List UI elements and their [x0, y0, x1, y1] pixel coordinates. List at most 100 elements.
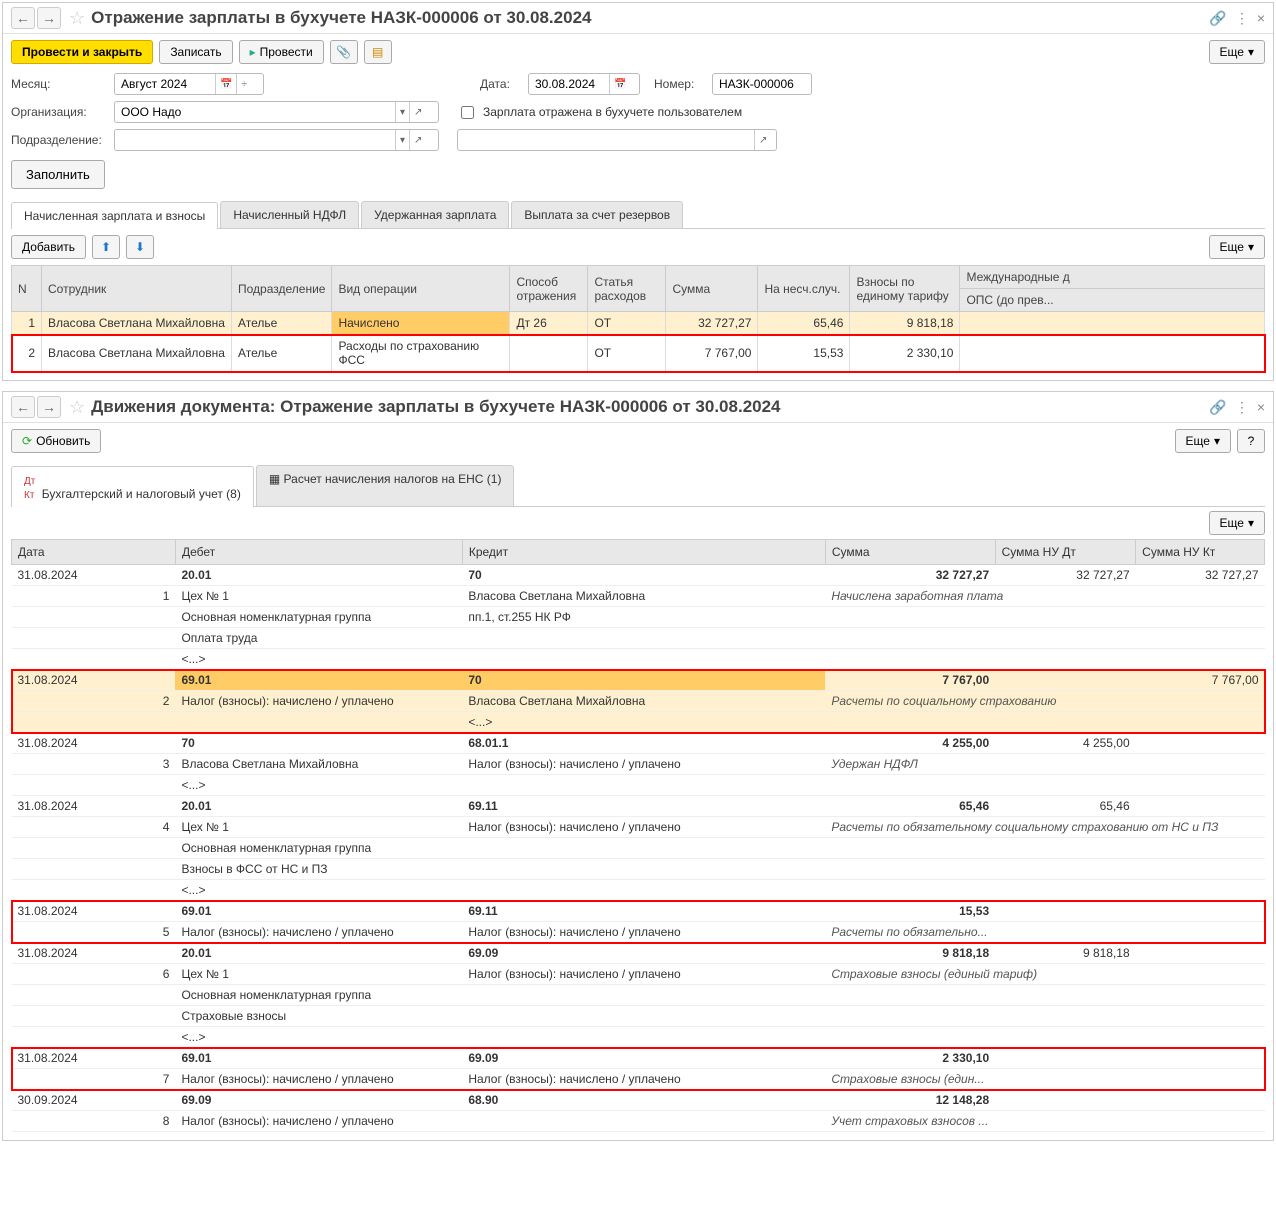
titlebar-2: ← → ☆ Движения документа: Отражение зарп… [3, 392, 1273, 423]
close-icon[interactable]: × [1257, 10, 1265, 27]
calendar-icon[interactable]: 📅 [215, 74, 236, 94]
month-field[interactable] [115, 75, 215, 93]
cell-debit-sub1: Власова Светлана Михайловна [175, 754, 462, 775]
kebab-icon[interactable]: ⋮ [1235, 399, 1249, 416]
col-debit[interactable]: Дебет [175, 540, 462, 565]
reflected-checkbox[interactable] [461, 106, 474, 119]
save-button[interactable]: Записать [159, 40, 232, 64]
org-input[interactable]: ▾ ↗ [114, 101, 439, 123]
ledger-entry[interactable]: 31.08.2024 20.01 69.11 65,46 65,46 4 Цех… [12, 796, 1265, 901]
col-accident[interactable]: На несч.случ. [758, 266, 850, 312]
col-department[interactable]: Подразделение [232, 266, 332, 312]
col-ops[interactable]: ОПС (до прев... [960, 289, 1265, 312]
ledger-entry[interactable]: 31.08.2024 69.01 69.11 15,53 5 Налог (вз… [12, 901, 1265, 943]
tab-withheld-salary[interactable]: Удержанная зарплата [361, 201, 509, 228]
calendar-icon[interactable]: 📅 [609, 74, 630, 94]
tab-accrued-salary[interactable]: Начисленная зарплата и взносы [11, 202, 218, 229]
date-field[interactable] [529, 75, 609, 93]
dept-field[interactable] [115, 131, 395, 149]
ledger-entry[interactable]: 31.08.2024 69.01 69.09 2 330,10 7 Налог … [12, 1048, 1265, 1090]
cell-date: 31.08.2024 [12, 1048, 141, 1069]
open-icon[interactable]: ↗ [409, 102, 426, 122]
month-input[interactable]: 📅 ÷ [114, 73, 264, 95]
report-button[interactable]: ▤ [364, 40, 392, 64]
accruals-table[interactable]: N Сотрудник Подразделение Вид операции С… [11, 265, 1265, 372]
window-controls: 🔗 ⋮ × [1209, 10, 1265, 27]
col-nukt[interactable]: Сумма НУ Кт [1136, 540, 1265, 565]
more-button[interactable]: Еще ▾ [1209, 40, 1265, 64]
cell-debit-sub1: Налог (взносы): начислено / уплачено [175, 1111, 462, 1132]
ledger-entry[interactable]: 31.08.2024 20.01 69.09 9 818,18 9 818,18… [12, 943, 1265, 1048]
refresh-button[interactable]: ⟳ Обновить [11, 429, 101, 453]
cell-date: 31.08.2024 [12, 796, 141, 817]
ledger-more-button[interactable]: Еще ▾ [1209, 511, 1265, 535]
post-button[interactable]: ▸ Провести [239, 40, 324, 64]
favorite-star-icon[interactable]: ☆ [69, 397, 85, 418]
nav-back-button[interactable]: ← [11, 396, 35, 418]
col-operation[interactable]: Вид операции [332, 266, 510, 312]
table-row[interactable]: 1 Власова Светлана Михайловна Ателье Нач… [12, 312, 1265, 335]
nav-back-button[interactable]: ← [11, 7, 35, 29]
more-button-2[interactable]: Еще ▾ [1175, 429, 1231, 453]
attach-button[interactable]: 📎 [330, 40, 358, 64]
dept-input[interactable]: ▾ ↗ [114, 129, 439, 151]
ledger-entry[interactable]: 31.08.2024 69.01 70 7 767,00 7 767,00 2 … [12, 670, 1265, 733]
col-credit[interactable]: Кредит [462, 540, 825, 565]
spinner-icon[interactable]: ÷ [236, 74, 251, 94]
cell-sum: 32 727,27 [666, 312, 758, 335]
cell-line-n [140, 1090, 175, 1111]
col-date[interactable]: Дата [12, 540, 176, 565]
tab-reserve-payment[interactable]: Выплата за счет резервов [511, 201, 683, 228]
help-button[interactable]: ? [1237, 429, 1265, 453]
cell-nudt [995, 1090, 1136, 1111]
add-button[interactable]: Добавить [11, 235, 86, 259]
more-label-2: Еще [1186, 434, 1210, 448]
tab-ens[interactable]: ▦ Расчет начисления налогов на ЕНС (1) [256, 465, 515, 506]
fill-button[interactable]: Заполнить [11, 160, 105, 189]
number-field[interactable] [712, 73, 812, 95]
extra-input[interactable]: ↗ [457, 129, 777, 151]
nav-forward-button[interactable]: → [37, 7, 61, 29]
link-icon[interactable]: 🔗 [1209, 10, 1226, 27]
sub-more-label: Еще [1220, 240, 1244, 254]
paperclip-icon: 📎 [336, 45, 351, 59]
move-down-button[interactable]: ⬇ [126, 235, 154, 259]
cell-accident: 65,46 [758, 312, 850, 335]
nav-forward-button[interactable]: → [37, 396, 61, 418]
col-reflection[interactable]: Способ отражения [510, 266, 588, 312]
dropdown-icon[interactable]: ▾ [395, 102, 409, 122]
extra-field[interactable] [458, 131, 754, 149]
open-icon[interactable]: ↗ [409, 130, 426, 150]
col-tariff[interactable]: Взносы по единому тарифу [850, 266, 960, 312]
post-and-close-button[interactable]: Провести и закрыть [11, 40, 153, 64]
sub-more-button[interactable]: Еще ▾ [1209, 235, 1265, 259]
kebab-icon[interactable]: ⋮ [1235, 10, 1249, 27]
close-icon[interactable]: × [1257, 399, 1265, 416]
cell-tariff: 2 330,10 [850, 335, 960, 372]
cell-debit-sub2 [175, 712, 462, 733]
col-sum[interactable]: Сумма [825, 540, 995, 565]
table-row[interactable]: 2 Власова Светлана Михайловна Ателье Рас… [12, 335, 1265, 372]
col-employee[interactable]: Сотрудник [42, 266, 232, 312]
col-n[interactable]: N [12, 266, 42, 312]
ledger-entry[interactable]: 31.08.2024 70 68.01.1 4 255,00 4 255,00 … [12, 733, 1265, 796]
cell-description: Учет страховых взносов ... [825, 1111, 1264, 1132]
ledger-table[interactable]: Дата Дебет Кредит Сумма Сумма НУ Дт Сумм… [11, 539, 1265, 1132]
move-up-button[interactable]: ⬆ [92, 235, 120, 259]
favorite-star-icon[interactable]: ☆ [69, 8, 85, 29]
cell-nudt [995, 670, 1136, 691]
ledger-entry[interactable]: 30.09.2024 69.09 68.90 12 148,28 8 Налог… [12, 1090, 1265, 1132]
org-field[interactable] [115, 103, 395, 121]
date-input[interactable]: 📅 [528, 73, 640, 95]
open-icon[interactable]: ↗ [754, 130, 771, 150]
tab-accrued-ndfl[interactable]: Начисленный НДФЛ [220, 201, 359, 228]
ledger-entry[interactable]: 31.08.2024 20.01 70 32 727,27 32 727,27 … [12, 565, 1265, 670]
dropdown-icon[interactable]: ▾ [395, 130, 409, 150]
col-sum[interactable]: Сумма [666, 266, 758, 312]
tab-accounting[interactable]: ДтКт Бухгалтерский и налоговый учет (8) [11, 466, 254, 507]
col-intl[interactable]: Международные д [960, 266, 1265, 289]
cell-nudt: 32 727,27 [995, 565, 1136, 586]
col-article[interactable]: Статья расходов [588, 266, 666, 312]
link-icon[interactable]: 🔗 [1209, 399, 1226, 416]
col-nudt[interactable]: Сумма НУ Дт [995, 540, 1136, 565]
